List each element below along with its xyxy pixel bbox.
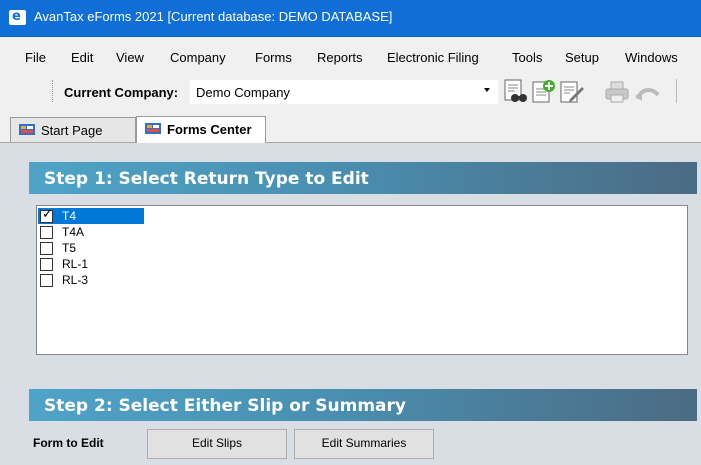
menu-reports[interactable]: Reports bbox=[317, 50, 363, 65]
current-company-combo[interactable]: Demo Company bbox=[190, 80, 498, 104]
menu-windows[interactable]: Windows bbox=[625, 50, 678, 65]
menu-electronic-filing[interactable]: Electronic Filing bbox=[387, 50, 479, 65]
checkbox-rl-1[interactable] bbox=[40, 258, 53, 271]
step1-title: Step 1: Select Return Type to Edit bbox=[44, 169, 369, 189]
form-to-edit-label: Form to Edit bbox=[33, 436, 104, 450]
list-item-rl-3[interactable]: RL-3 bbox=[38, 272, 144, 288]
checkbox-rl-3[interactable] bbox=[40, 274, 53, 287]
current-company-label: Current Company: bbox=[64, 85, 179, 100]
title-bar: e AvanTax eForms 2021 [Current database:… bbox=[0, 0, 701, 37]
new-form-icon[interactable] bbox=[530, 79, 558, 105]
current-company-value: Demo Company bbox=[196, 85, 290, 100]
list-item-t4[interactable]: ✓ T4 bbox=[38, 207, 144, 224]
tab-start-page-label: Start Page bbox=[41, 123, 103, 138]
app-icon: e bbox=[9, 9, 26, 25]
step1-header: Step 1: Select Return Type to Edit bbox=[29, 162, 697, 194]
menu-forms[interactable]: Forms bbox=[255, 50, 292, 65]
tab-start-page[interactable]: Start Page bbox=[10, 117, 136, 142]
edit-slips-button[interactable]: Edit Slips bbox=[147, 429, 287, 459]
step2-title: Step 2: Select Either Slip or Summary bbox=[44, 396, 406, 416]
toolbar-grip[interactable] bbox=[52, 80, 55, 102]
checkbox-t4[interactable]: ✓ bbox=[40, 207, 53, 223]
edit-form-icon[interactable] bbox=[558, 79, 586, 105]
print-icon[interactable] bbox=[603, 79, 631, 105]
form-tab-icon bbox=[19, 124, 35, 135]
menu-file[interactable]: File bbox=[25, 50, 46, 65]
check-mark-icon: ✓ bbox=[42, 207, 53, 222]
find-icon[interactable] bbox=[502, 79, 530, 105]
menu-view[interactable]: View bbox=[116, 50, 144, 65]
window-title: AvanTax eForms 2021 [Current database: D… bbox=[34, 9, 393, 24]
edit-summaries-button[interactable]: Edit Summaries bbox=[294, 429, 434, 459]
list-item-t4a[interactable]: T4A bbox=[38, 224, 144, 240]
toolbar: Current Company: Demo Company bbox=[0, 71, 701, 109]
tab-forms-center[interactable]: Forms Center bbox=[136, 116, 266, 143]
list-item-t5[interactable]: T5 bbox=[38, 240, 144, 256]
form-tab-icon bbox=[145, 123, 161, 134]
list-item-rl-1[interactable]: RL-1 bbox=[38, 256, 144, 272]
return-type-list[interactable]: ✓ T4 T4A T5 RL-1 RL-3 bbox=[36, 205, 688, 355]
menu-setup[interactable]: Setup bbox=[565, 50, 599, 65]
checkbox-t4a[interactable] bbox=[40, 226, 53, 239]
chevron-down-icon[interactable] bbox=[484, 88, 490, 92]
menu-edit[interactable]: Edit bbox=[71, 50, 93, 65]
toolbar-separator bbox=[676, 79, 677, 103]
step2-header: Step 2: Select Either Slip or Summary bbox=[29, 389, 697, 421]
menu-bar: File Edit View Company Forms Reports Ele… bbox=[0, 37, 701, 71]
menu-company[interactable]: Company bbox=[170, 50, 226, 65]
menu-tools[interactable]: Tools bbox=[512, 50, 542, 65]
checkbox-t5[interactable] bbox=[40, 242, 53, 255]
tab-forms-center-label: Forms Center bbox=[167, 122, 252, 137]
tab-strip: Start Page Forms Center bbox=[0, 109, 701, 143]
undo-icon[interactable] bbox=[634, 79, 662, 105]
